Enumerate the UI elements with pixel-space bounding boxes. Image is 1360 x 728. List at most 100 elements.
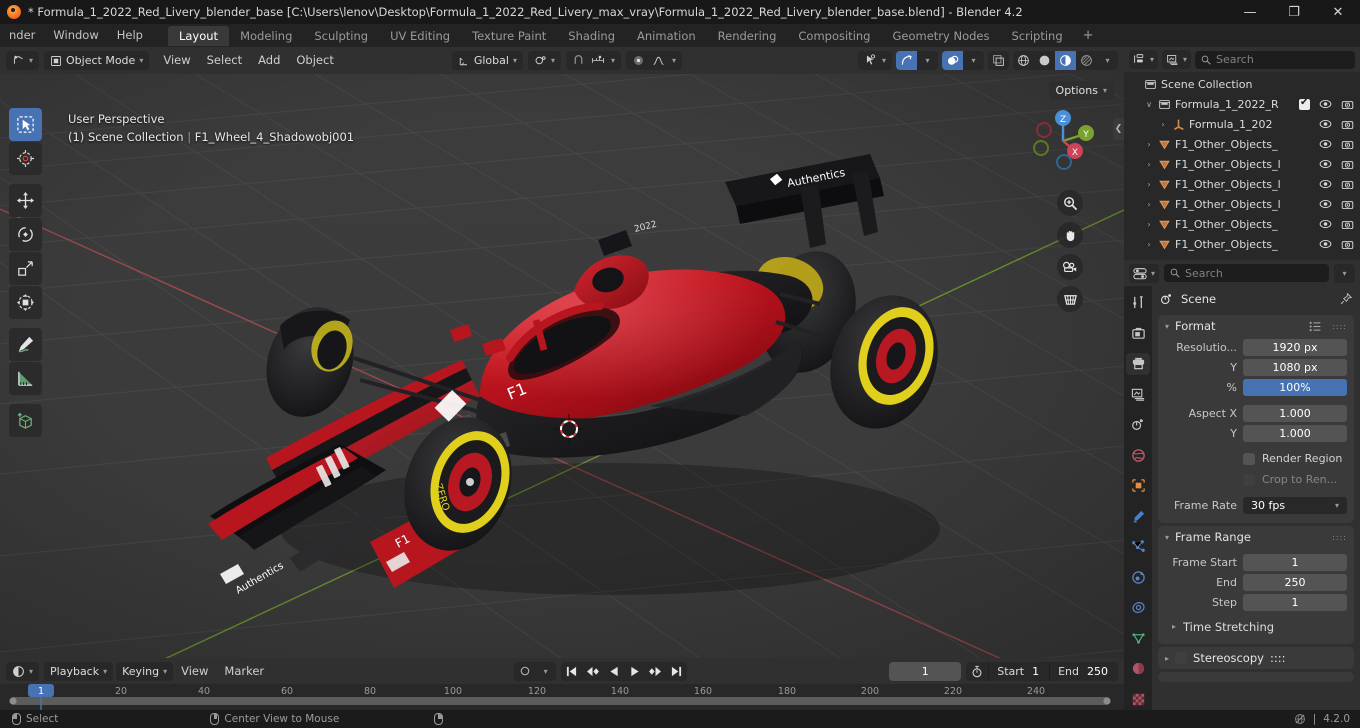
timeline-editor-type-selector[interactable]: ▾ bbox=[6, 661, 40, 681]
chevron-right-icon[interactable]: ▸ bbox=[1172, 622, 1176, 631]
start-frame-value[interactable]: 1 bbox=[1030, 665, 1049, 678]
outliner-filter-icon[interactable]: ▾ bbox=[1162, 50, 1192, 69]
interaction-mode-selector[interactable]: Object Mode ▾ bbox=[44, 51, 150, 70]
properties-search-input[interactable]: Search bbox=[1164, 264, 1329, 282]
hide-in-viewport-icon[interactable] bbox=[1319, 239, 1332, 249]
disable-in-renders-icon[interactable] bbox=[1341, 199, 1354, 210]
minimize-button[interactable]: — bbox=[1228, 0, 1272, 24]
tab-shading[interactable]: Shading bbox=[557, 26, 626, 46]
sidebar-expand-arrow[interactable]: ❮ bbox=[1113, 118, 1124, 140]
keying-menu[interactable]: Keying ▾ bbox=[116, 661, 174, 681]
output-tab[interactable] bbox=[1126, 353, 1150, 375]
tab-animation[interactable]: Animation bbox=[626, 26, 707, 46]
outliner-row-armature[interactable]: › Formula_1_202 bbox=[1124, 114, 1360, 134]
snap-to-selector[interactable]: ▾ bbox=[527, 51, 561, 70]
show-overlays-toggle[interactable] bbox=[942, 51, 963, 70]
play-reverse-button[interactable] bbox=[603, 662, 624, 681]
jump-to-start-button[interactable] bbox=[561, 662, 582, 681]
disable-in-renders-icon[interactable] bbox=[1341, 159, 1354, 170]
render-region-checkbox[interactable] bbox=[1243, 452, 1255, 465]
shading-rendered-button[interactable] bbox=[1076, 51, 1097, 70]
properties-editor-icon[interactable]: ▾ bbox=[1129, 263, 1160, 283]
outliner-row-formula-collection[interactable]: ∨ Formula_1_2022_R bbox=[1124, 94, 1360, 114]
outliner-search-input[interactable]: Search bbox=[1195, 50, 1355, 69]
chevron-right-icon[interactable]: › bbox=[1142, 140, 1156, 149]
viewport-menu-view[interactable]: View bbox=[155, 51, 198, 70]
rotate-tool[interactable] bbox=[9, 218, 42, 251]
hide-in-viewport-icon[interactable] bbox=[1319, 119, 1332, 129]
disable-in-renders-icon[interactable] bbox=[1341, 179, 1354, 190]
frame-range-panel-header[interactable]: ▾ Frame Range :::: bbox=[1158, 526, 1354, 548]
crop-to-render-checkbox[interactable] bbox=[1243, 473, 1255, 486]
toggle-perspective-icon[interactable] bbox=[1057, 286, 1083, 312]
frame-step-field[interactable]: 1 bbox=[1243, 594, 1347, 611]
chevron-right-icon[interactable]: › bbox=[1142, 240, 1156, 249]
viewport-menu-object[interactable]: Object bbox=[288, 51, 341, 70]
resolution-y-field[interactable]: 1080 px bbox=[1243, 359, 1347, 376]
show-gizmo-toggle[interactable] bbox=[896, 51, 917, 70]
format-panel-header[interactable]: ▾ Format :::: bbox=[1158, 315, 1354, 337]
tab-scripting[interactable]: Scripting bbox=[1001, 26, 1074, 46]
editor-type-selector[interactable]: ▾ bbox=[6, 51, 40, 70]
outliner-row-object-1[interactable]: › F1_Other_Objects_ bbox=[1124, 134, 1360, 154]
transform-orientation-selector[interactable]: Global ▾ bbox=[451, 51, 523, 70]
visibility-selector[interactable]: ▾ bbox=[857, 51, 892, 70]
outliner-display-mode-icon[interactable]: ▾ bbox=[1129, 50, 1159, 69]
timeline-ruler[interactable]: 20 40 60 80 100 120 140 160 180 200 220 … bbox=[0, 684, 1124, 710]
drag-grip[interactable]: :::: bbox=[1270, 651, 1286, 665]
chevron-down-icon[interactable]: ∨ bbox=[1142, 100, 1156, 109]
particles-tab[interactable] bbox=[1126, 536, 1150, 558]
hide-in-viewport-icon[interactable] bbox=[1319, 179, 1332, 189]
tab-layout[interactable]: Layout bbox=[167, 25, 230, 46]
end-frame-value[interactable]: 250 bbox=[1085, 665, 1118, 678]
chevron-right-icon[interactable]: › bbox=[1142, 180, 1156, 189]
outliner-row-object-3[interactable]: › F1_Other_Objects_l bbox=[1124, 174, 1360, 194]
chevron-right-icon[interactable]: › bbox=[1142, 160, 1156, 169]
material-tab[interactable] bbox=[1126, 658, 1150, 680]
menu-render[interactable]: nder bbox=[0, 24, 44, 47]
tab-texture-paint[interactable]: Texture Paint bbox=[461, 26, 557, 46]
tweak-select-tool[interactable] bbox=[9, 108, 42, 141]
outliner-row-object-6[interactable]: › F1_Other_Objects_ bbox=[1124, 234, 1360, 254]
constraints-tab[interactable] bbox=[1126, 597, 1150, 619]
resolution-percent-field[interactable]: 100% bbox=[1243, 379, 1347, 396]
render-tab[interactable] bbox=[1126, 323, 1150, 345]
outliner-row-object-5[interactable]: › F1_Other_Objects_ bbox=[1124, 214, 1360, 234]
tab-sculpting[interactable]: Sculpting bbox=[303, 26, 379, 46]
gizmo-options-dropdown[interactable]: ▾ bbox=[917, 51, 938, 70]
exclude-checkbox[interactable] bbox=[1299, 97, 1310, 110]
annotate-tool[interactable] bbox=[9, 328, 42, 361]
add-workspace-button[interactable]: + bbox=[1074, 28, 1103, 43]
menu-window[interactable]: Window bbox=[44, 24, 107, 47]
tool-tab[interactable] bbox=[1126, 292, 1150, 314]
resolution-x-field[interactable]: 1920 px bbox=[1243, 339, 1347, 356]
auto-keying-options[interactable]: ▾ bbox=[535, 662, 556, 681]
snapping-toggle[interactable]: ▾ bbox=[565, 51, 621, 70]
measure-tool[interactable] bbox=[9, 362, 42, 395]
disable-in-renders-icon[interactable] bbox=[1341, 119, 1354, 130]
viewport-menu-select[interactable]: Select bbox=[199, 51, 250, 70]
outliner-row-object-2[interactable]: › F1_Other_Objects_l bbox=[1124, 154, 1360, 174]
frame-start-field[interactable]: 1 bbox=[1243, 554, 1347, 571]
chevron-right-icon[interactable]: › bbox=[1142, 200, 1156, 209]
transform-tool[interactable] bbox=[9, 286, 42, 319]
object-data-tab[interactable] bbox=[1126, 628, 1150, 650]
scene-tab[interactable] bbox=[1126, 414, 1150, 436]
tab-compositing[interactable]: Compositing bbox=[787, 26, 881, 46]
drag-grip[interactable]: :::: bbox=[1332, 533, 1347, 542]
texture-tab[interactable] bbox=[1126, 689, 1150, 711]
time-stretching-subpanel[interactable]: ▸ Time Stretching bbox=[1158, 616, 1354, 637]
format-preset-icon[interactable] bbox=[1309, 321, 1322, 332]
use-preview-range-icon[interactable] bbox=[966, 665, 988, 678]
hide-in-viewport-icon[interactable] bbox=[1319, 159, 1332, 169]
outliner-row-scene-collection[interactable]: Scene Collection bbox=[1124, 74, 1360, 94]
close-button[interactable]: ✕ bbox=[1316, 0, 1360, 24]
object-tab[interactable] bbox=[1126, 475, 1150, 497]
maximize-button[interactable]: ❐ bbox=[1272, 0, 1316, 24]
play-button[interactable] bbox=[624, 662, 645, 681]
camera-view-icon[interactable] bbox=[1057, 254, 1083, 280]
viewport-options-dropdown[interactable]: Options ▾ bbox=[1048, 81, 1114, 100]
chevron-right-icon[interactable]: › bbox=[1156, 120, 1170, 129]
frame-end-field[interactable]: 250 bbox=[1243, 574, 1347, 591]
xray-toggle[interactable] bbox=[988, 51, 1009, 70]
